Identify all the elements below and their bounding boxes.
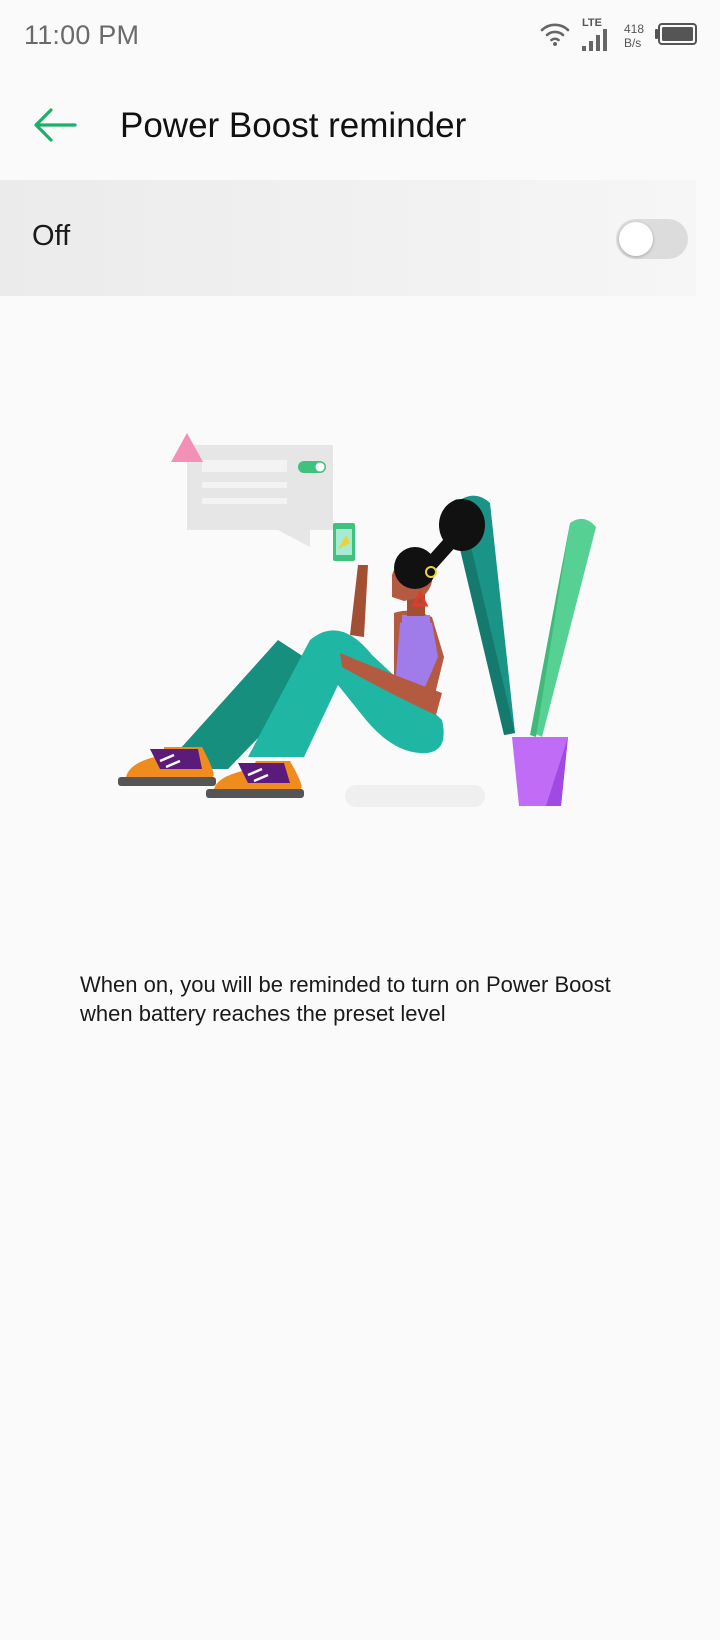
feature-description: When on, you will be reminded to turn on…: [80, 972, 611, 1026]
battery-icon: [654, 22, 698, 51]
woman-figure: [118, 499, 485, 798]
network-speed: 418 B/s: [624, 22, 644, 50]
power-boost-switch[interactable]: [616, 219, 688, 259]
status-time: 11:00 PM: [24, 20, 140, 50]
network-speed-value: 418: [623, 22, 644, 36]
toggle-state-label: Off: [32, 220, 71, 252]
arrow-left-icon: [33, 107, 77, 148]
app-bar: Power Boost reminder: [0, 72, 720, 182]
network-speed-unit: B/s: [623, 36, 642, 50]
page-title: Power Boost reminder: [120, 106, 467, 145]
power-boost-toggle-row[interactable]: Off: [0, 180, 696, 296]
wifi-icon: [540, 21, 570, 52]
back-button[interactable]: [22, 94, 88, 160]
switch-knob: [619, 222, 653, 256]
status-bar: 11:00 PM LTE 418 B/s: [0, 0, 720, 72]
signal-icon: LTE: [580, 17, 610, 52]
notification-bubble: [187, 445, 333, 547]
power-boost-illustration: [110, 425, 610, 845]
status-icons: LTE 418 B/s: [540, 17, 698, 54]
